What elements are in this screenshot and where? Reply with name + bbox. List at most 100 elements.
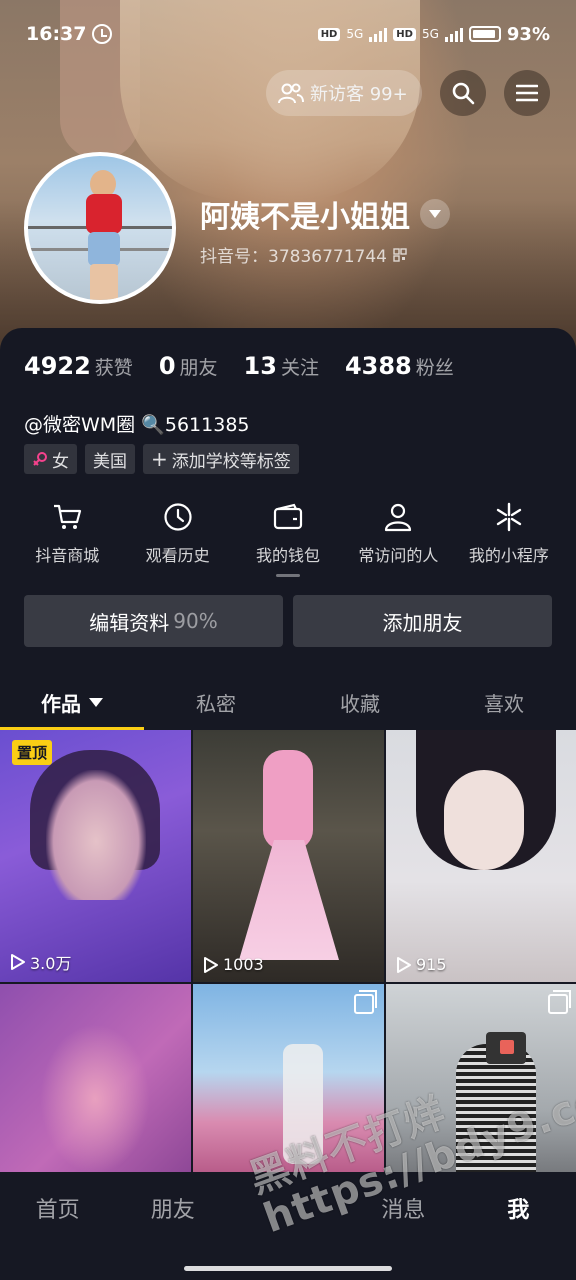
pinned-badge: 置顶 [12,740,53,765]
signal-icon [369,26,388,42]
menu-button[interactable] [504,70,550,116]
play-icon [397,956,411,973]
play-icon [11,954,25,970]
hd-badge-1: HD [317,27,341,41]
service-mini-programs-label: 我的小程序 [468,546,549,565]
service-mini-programs[interactable]: 我的小程序 [454,490,564,582]
battery-icon [468,26,501,42]
add-school-tag-button[interactable]: + 添加学校等标签 [143,444,299,474]
account-switch-button[interactable] [420,199,450,229]
service-wallet[interactable]: 我的钱包 [233,490,343,582]
video-thumbnail[interactable]: 1003 [193,730,384,982]
stat-friends[interactable]: 0 朋友 [159,352,218,380]
tab-favorites-label: 收藏 [340,691,380,716]
hd-badge-2: HD [393,27,416,41]
stat-following-number: 13 [243,352,277,380]
services-row: 抖音商城 观看历史 我的钱包 常访问的人 我的小程序 [12,490,564,582]
edit-profile-progress: 90% [173,609,218,633]
region-tag[interactable]: 美国 [85,444,135,474]
video-thumbnail[interactable]: 置顶 3.0万 [0,730,191,982]
service-shop-label: 抖音商城 [35,546,100,565]
stat-friends-number: 0 [158,352,176,380]
network-label-1: 5G [346,27,364,41]
new-visitors-button[interactable]: 新访客 99+ [266,70,422,116]
stat-followers-label: 粉丝 [415,357,454,379]
douyin-id[interactable]: 抖音号：37836771744 [200,242,407,267]
service-shop[interactable]: 抖音商城 [12,490,122,582]
stat-followers-number: 4388 [344,352,412,380]
edit-profile-button[interactable]: 编辑资料 90% [24,595,283,647]
wallet-icon [273,503,303,530]
status-indicators: HD 5G HD 5G 93% [317,23,550,45]
tab-private-label: 私密 [196,691,236,716]
gender-tag[interactable]: 女 [24,444,77,474]
profile-tags: 女 美国 + 添加学校等标签 [24,444,299,474]
view-count-text: 1003 [223,955,264,974]
services-page-indicator [276,574,300,577]
asterisk-icon [496,502,522,532]
new-visitors-label: 新访客 99+ [310,84,408,105]
female-icon [33,452,47,466]
nav-me[interactable]: 我 [461,1192,576,1280]
triangle-down-icon [89,697,103,707]
douyin-id-text: 抖音号：37836771744 [200,247,387,267]
stat-following[interactable]: 13 关注 [244,352,319,380]
plus-icon: + [151,447,168,471]
edit-profile-label: 编辑资料 [89,610,170,635]
status-time: 16:37 [26,23,87,45]
service-frequent-visitors-label: 常访问的人 [358,546,439,565]
battery-percent: 93% [506,23,550,45]
stat-friends-label: 朋友 [179,357,218,379]
stat-followers[interactable]: 4388 粉丝 [345,352,454,380]
add-friend-button[interactable]: 添加朋友 [293,595,552,647]
home-indicator[interactable] [184,1266,392,1271]
service-history-label: 观看历史 [145,546,210,565]
tab-works-label: 作品 [41,691,81,716]
stats-row: 4922 获赞 0 朋友 13 关注 4388 粉丝 [24,352,454,380]
content-tabs: 作品 私密 收藏 喜欢 [0,674,576,730]
triangle-down-icon [429,210,441,218]
add-school-tag-label: 添加学校等标签 [171,451,291,472]
menu-icon [516,84,538,102]
play-icon [204,956,218,973]
stat-likes[interactable]: 4922 获赞 [24,352,133,380]
tab-private[interactable]: 私密 [144,674,288,730]
status-bar: 16:37 HD 5G HD 5G 93% [0,16,576,52]
stat-following-label: 关注 [280,357,319,379]
tab-likes[interactable]: 喜欢 [432,674,576,730]
gender-tag-label: 女 [52,451,69,472]
service-wallet-label: 我的钱包 [256,546,321,565]
avatar[interactable] [24,152,176,304]
qrcode-icon[interactable] [393,247,407,262]
view-count: 3.0万 [10,950,71,974]
service-frequent-visitors[interactable]: 常访问的人 [343,490,453,582]
search-icon [452,82,475,105]
clock-icon [164,503,192,531]
multi-image-icon [548,990,571,1014]
bio-text: @微密WM圈 🔍5611385 [24,414,250,436]
network-label-2: 5G [421,27,439,41]
video-thumbnail[interactable]: 915 [386,730,576,982]
visitors-icon [278,83,304,104]
multi-image-icon [354,990,377,1014]
alarm-icon [92,24,113,44]
search-button[interactable] [440,70,486,116]
add-friend-label: 添加朋友 [382,610,463,635]
view-count-text: 3.0万 [30,954,72,973]
tab-works[interactable]: 作品 [0,674,144,730]
view-count: 915 [396,955,447,974]
person-icon [385,503,412,532]
view-count: 1003 [203,955,264,974]
username[interactable]: 阿姨不是小姐姐 [200,192,450,236]
tab-favorites[interactable]: 收藏 [288,674,432,730]
signal-icon-2 [444,26,463,42]
service-history[interactable]: 观看历史 [122,490,232,582]
cart-icon [54,504,82,529]
region-tag-label: 美国 [93,451,127,472]
stat-likes-label: 获赞 [94,357,133,379]
profile-actions: 编辑资料 90% 添加朋友 [24,595,552,647]
nav-home[interactable]: 首页 [0,1192,115,1280]
username-text: 阿姨不是小姐姐 [200,200,410,235]
stat-likes-number: 4922 [24,352,91,380]
tab-likes-label: 喜欢 [484,691,524,716]
